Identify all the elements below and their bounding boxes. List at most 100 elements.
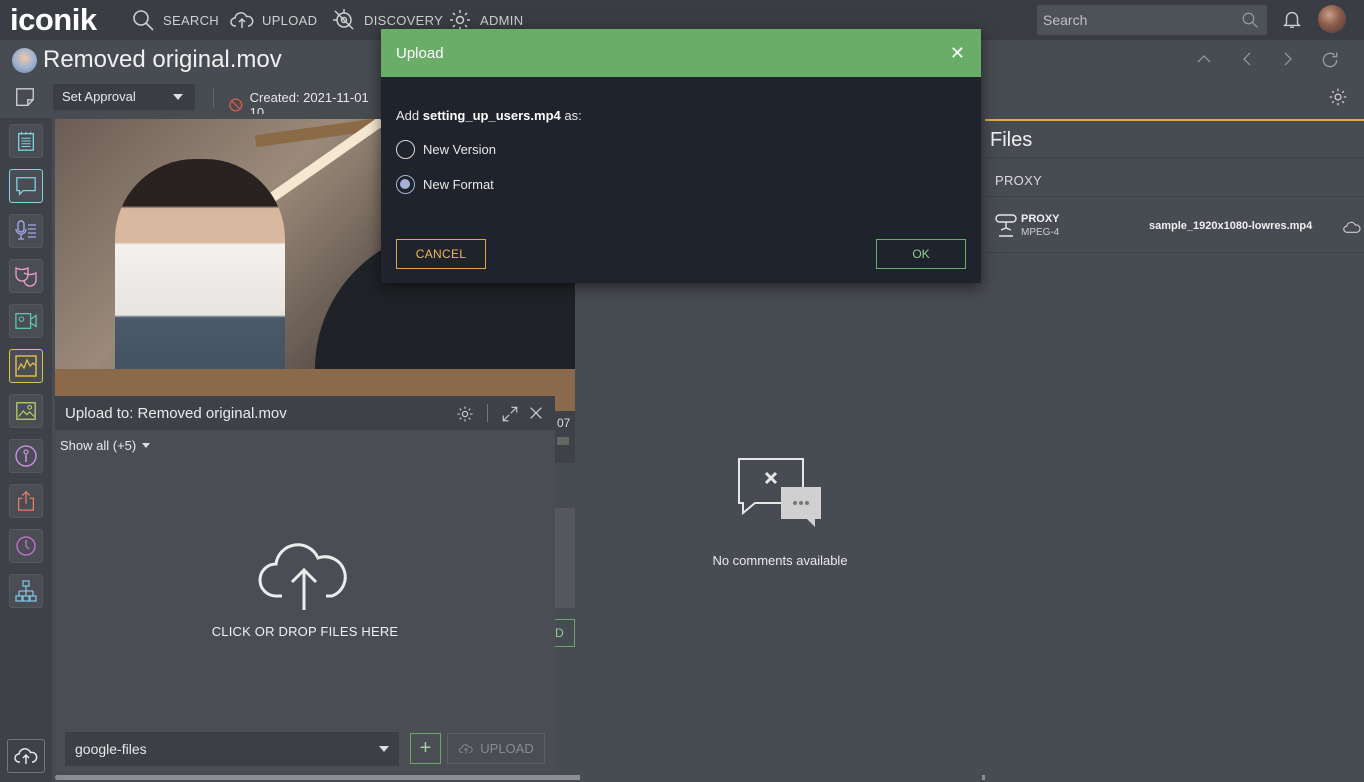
- refresh-icon[interactable]: [1320, 50, 1340, 70]
- sidebar-comments[interactable]: [9, 169, 43, 203]
- upload-panel-header: Upload to: Removed original.mov: [55, 396, 555, 430]
- comments-panel: No comments available: [580, 283, 982, 782]
- user-avatar[interactable]: [1318, 5, 1346, 33]
- close-icon[interactable]: [528, 405, 544, 421]
- nav-upload-label: UPLOAD: [262, 12, 318, 28]
- comment-icon: [16, 177, 36, 196]
- sidebar-relations[interactable]: [9, 574, 43, 608]
- add-files-button[interactable]: +: [410, 733, 441, 764]
- cancel-button[interactable]: CANCEL: [396, 239, 486, 269]
- chevron-right-icon[interactable]: [1279, 50, 1297, 68]
- sidebar-history[interactable]: [9, 529, 43, 563]
- close-icon[interactable]: ✕: [950, 43, 965, 64]
- obscured-panel-fragment: [555, 508, 575, 608]
- sidebar-upload-button[interactable]: [7, 739, 45, 773]
- upload-panel: Upload to: Removed original.mov Show all…: [55, 396, 555, 772]
- history-icon: [16, 536, 36, 556]
- sidebar-audio[interactable]: [9, 349, 43, 383]
- file-row[interactable]: PROXY MPEG-4 sample_1920x1080-lowres.mp4: [985, 196, 1364, 253]
- files-title: Files: [990, 129, 1033, 151]
- discovery-icon: [333, 9, 354, 30]
- storage-drive-icon: [995, 214, 1017, 237]
- radio-new-version[interactable]: [396, 140, 415, 159]
- gear-icon[interactable]: [456, 405, 474, 423]
- no-comments-text: No comments available: [712, 553, 848, 568]
- files-group-header: PROXY: [995, 173, 1043, 188]
- caret-down-icon: [173, 94, 183, 100]
- search-input[interactable]: [1043, 12, 1233, 28]
- option-new-format[interactable]: New Format: [396, 175, 494, 194]
- cloud-upload-icon: [258, 543, 347, 610]
- nav-upload[interactable]: UPLOAD: [230, 8, 317, 32]
- share-export-icon: [18, 490, 34, 511]
- theater-masks-icon: [15, 266, 37, 287]
- dropzone-label: CLICK OR DROP FILES HERE: [211, 624, 399, 639]
- upload-dialog-title: Upload: [396, 45, 444, 62]
- cloud-upload-icon: [459, 743, 473, 754]
- file-filename: sample_1920x1080-lowres.mp4: [1149, 220, 1313, 232]
- asset-owner-avatar: [12, 47, 37, 73]
- nav-search[interactable]: SEARCH: [131, 8, 219, 32]
- option-new-format-label: New Format: [423, 177, 494, 192]
- obscured-button-fragment[interactable]: D: [555, 619, 575, 647]
- asset-header: Removed original.mov: [12, 46, 282, 74]
- approval-dropdown[interactable]: Set Approval: [53, 84, 195, 110]
- upload-button-label: UPLOAD: [480, 741, 534, 756]
- show-all-label: Show all (+5): [60, 438, 137, 453]
- option-new-version[interactable]: New Version: [396, 140, 496, 159]
- sidebar-video-analysis[interactable]: [9, 304, 43, 338]
- created-date: Created: 2021-11-01 10: [249, 90, 369, 114]
- cloud-upload-icon: [14, 748, 38, 764]
- sidebar-info[interactable]: [9, 439, 43, 473]
- upload-dialog-prompt: Add setting_up_users.mp4 as:: [396, 108, 582, 123]
- video-camera-icon: [15, 313, 37, 329]
- search-icon[interactable]: [1241, 11, 1259, 29]
- prompt-prefix: Add: [396, 108, 423, 123]
- no-comments-icon: [738, 458, 821, 527]
- nav-search-label: SEARCH: [163, 12, 219, 28]
- files-panel: Files PROXY PROXY MPEG-4 sample_1920x108…: [985, 119, 1364, 782]
- file-format: MPEG-4: [1021, 227, 1060, 238]
- chevron-up-icon[interactable]: [1195, 50, 1213, 68]
- sidebar-metadata[interactable]: [9, 124, 43, 158]
- caret-down-icon: [142, 443, 151, 448]
- gear-icon[interactable]: [1328, 87, 1348, 107]
- no-entry-icon: [229, 98, 243, 112]
- info-icon: [15, 445, 37, 467]
- image-icon: [16, 402, 36, 420]
- nav-admin-label: ADMIN: [480, 12, 524, 28]
- created-info: Created: 2021-11-01 10: [228, 90, 384, 114]
- prompt-filename: setting_up_users.mp4: [422, 108, 561, 123]
- note-icon[interactable]: [14, 86, 36, 108]
- global-search: [1037, 5, 1267, 35]
- upload-button[interactable]: UPLOAD: [447, 733, 545, 764]
- sidebar-transcription[interactable]: [9, 214, 43, 248]
- prompt-suffix: as:: [560, 108, 582, 123]
- search-icon: [133, 10, 154, 31]
- notifications-bell-icon[interactable]: [1281, 8, 1303, 30]
- iconik-logo[interactable]: iconik: [10, 2, 97, 38]
- chevron-left-icon[interactable]: [1238, 50, 1256, 68]
- hierarchy-icon: [15, 580, 37, 602]
- sidebar-faces[interactable]: [9, 259, 43, 293]
- caret-down-icon: [379, 746, 389, 752]
- radio-new-format[interactable]: [396, 175, 415, 194]
- plus-icon: +: [419, 737, 432, 759]
- upload-panel-title: Upload to: Removed original.mov: [65, 404, 287, 422]
- cloud-icon[interactable]: [1343, 221, 1361, 233]
- asset-title: Removed original.mov: [43, 46, 282, 73]
- sidebar-share[interactable]: [9, 484, 43, 518]
- show-all-toggle[interactable]: Show all (+5): [60, 438, 151, 453]
- sidebar-image[interactable]: [9, 394, 43, 428]
- timecode-fragment-text: 07: [557, 416, 571, 430]
- file-dropzone[interactable]: CLICK OR DROP FILES HERE: [55, 536, 555, 646]
- nav-discovery-label: DISCOVERY: [364, 12, 444, 28]
- destination-storage-select[interactable]: google-files: [65, 732, 399, 766]
- file-name: PROXY: [1021, 213, 1060, 225]
- microphone-transcript-icon: [15, 220, 36, 240]
- upload-dialog: Upload ✕ Add setting_up_users.mp4 as: Ne…: [381, 29, 981, 283]
- notepad-icon: [18, 131, 34, 151]
- expand-icon[interactable]: [501, 405, 519, 423]
- ok-button[interactable]: OK: [876, 239, 966, 269]
- destination-label: google-files: [75, 741, 147, 757]
